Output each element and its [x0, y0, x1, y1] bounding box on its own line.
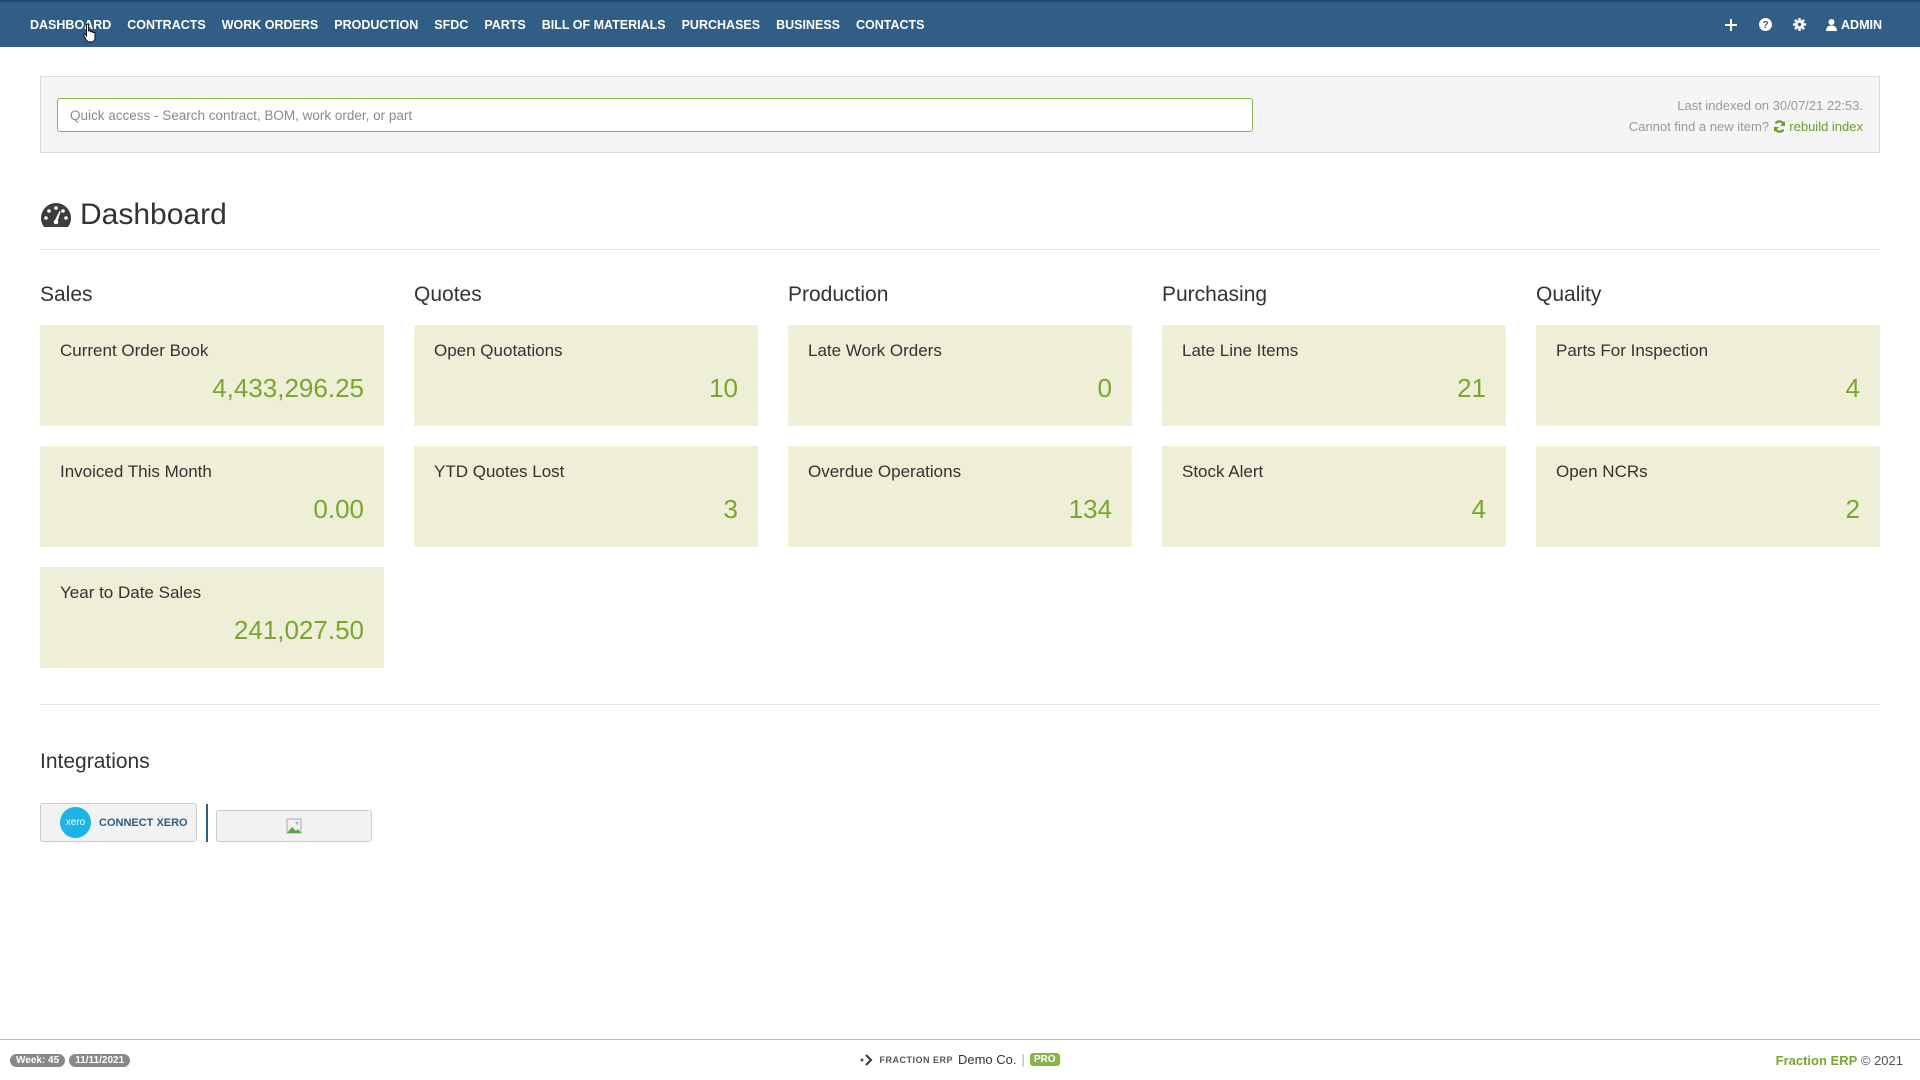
mouse-cursor-icon [83, 23, 96, 43]
cannot-find-text: Cannot find a new item? [1628, 119, 1770, 134]
nav-bill-of-materials[interactable]: BILL OF MATERIALS [542, 18, 666, 32]
footer-copyright: Fraction ERP © 2021 [1776, 1053, 1903, 1068]
tile-value: 241,027.50 [233, 615, 364, 645]
tile-ytd-quotes-lost[interactable]: YTD Quotes Lost 3 [414, 446, 758, 547]
section-quotes: Quotes Open Quotations 10 YTD Quotes Los… [414, 280, 758, 567]
tile-year-to-date-sales[interactable]: Year to Date Sales 241,027.50 [40, 567, 384, 668]
tile-value: 4 [1845, 373, 1860, 403]
user-menu[interactable]: ADMIN [1826, 18, 1882, 32]
page-header: Dashboard [40, 198, 227, 232]
tile-value: 2 [1845, 494, 1860, 524]
nav-purchases[interactable]: PURCHASES [682, 18, 761, 32]
footer-separator: | [1021, 1052, 1025, 1067]
plan-badge: PRO [1029, 1053, 1060, 1066]
section-title: Quotes [414, 283, 482, 306]
fraction-logo-icon [860, 1053, 873, 1066]
connect-xero-button[interactable]: xero CONNECT XERO [40, 803, 197, 842]
divider [40, 249, 1880, 250]
tile-label: Stock Alert [1182, 462, 1264, 481]
nav-right-menu: ? ADMIN [1724, 2, 1882, 47]
section-title: Sales [40, 283, 93, 306]
footer: Week: 45 11/11/2021 FRACTION ERP Demo Co… [0, 1039, 1920, 1080]
tile-open-ncrs[interactable]: Open NCRs 2 [1536, 446, 1880, 547]
tile-open-quotations[interactable]: Open Quotations 10 [414, 325, 758, 426]
last-indexed-text: Last indexed on 30/07/21 22:53. [1677, 98, 1863, 113]
integrations-title: Integrations [40, 750, 150, 773]
tile-label: YTD Quotes Lost [434, 462, 565, 481]
tile-late-work-orders[interactable]: Late Work Orders 0 [788, 325, 1132, 426]
tile-parts-for-inspection[interactable]: Parts For Inspection 4 [1536, 325, 1880, 426]
refresh-icon [1773, 120, 1785, 133]
tile-value: 3 [723, 494, 738, 524]
tile-label: Invoiced This Month [60, 462, 212, 481]
tile-label: Year to Date Sales [60, 583, 202, 602]
tile-value: 0.00 [313, 494, 364, 524]
tile-label: Late Work Orders [808, 341, 942, 360]
connect-xero-label: CONNECT XERO [99, 816, 188, 829]
tile-label: Late Line Items [1182, 341, 1299, 360]
nav-business[interactable]: BUSINESS [776, 18, 840, 32]
tile-overdue-operations[interactable]: Overdue Operations 134 [788, 446, 1132, 547]
broken-image-icon [286, 818, 302, 834]
nav-parts[interactable]: PARTS [484, 18, 525, 32]
tile-label: Parts For Inspection [1556, 341, 1709, 360]
section-sales: Sales Current Order Book 4,433,296.25 In… [40, 280, 384, 688]
divider [40, 704, 1880, 705]
nav-production[interactable]: PRODUCTION [334, 18, 418, 32]
nav-sfdc[interactable]: SFDC [434, 18, 468, 32]
quick-access-search-input[interactable] [57, 98, 1253, 132]
tile-label: Open NCRs [1556, 462, 1648, 481]
tile-invoiced-this-month[interactable]: Invoiced This Month 0.00 [40, 446, 384, 547]
user-label: ADMIN [1841, 17, 1882, 32]
main-menu: DASHBOARD CONTRACTS WORK ORDERS PRODUCTI… [30, 2, 941, 47]
xero-logo-icon: xero [60, 807, 91, 838]
nav-contracts[interactable]: CONTRACTS [127, 18, 205, 32]
section-title: Quality [1536, 283, 1602, 306]
page-title: Dashboard [80, 198, 227, 231]
quick-access-panel: Last indexed on 30/07/21 22:53. Cannot f… [40, 76, 1880, 153]
tile-value: 4,433,296.25 [212, 373, 364, 403]
tile-late-line-items[interactable]: Late Line Items 21 [1162, 325, 1506, 426]
tachometer-icon [41, 203, 71, 227]
nav-dashboard[interactable]: DASHBOARD [30, 18, 111, 32]
rebuild-index-label: rebuild index [1789, 119, 1863, 134]
gear-icon[interactable] [1792, 18, 1806, 32]
tile-value: 134 [1068, 494, 1112, 524]
tile-value: 10 [709, 373, 738, 403]
tile-stock-alert[interactable]: Stock Alert 4 [1162, 446, 1506, 547]
copyright-text: © 2021 [1860, 1053, 1903, 1068]
footer-company: FRACTION ERP Demo Co. | PRO [0, 1052, 1920, 1067]
top-navbar: DASHBOARD CONTRACTS WORK ORDERS PRODUCTI… [0, 0, 1920, 47]
tile-label: Current Order Book [60, 341, 209, 360]
tile-label: Overdue Operations [808, 462, 962, 481]
footer-product-link[interactable]: Fraction ERP [1776, 1053, 1858, 1068]
svg-text:?: ? [1762, 20, 1768, 31]
tile-value: 0 [1097, 373, 1112, 403]
section-title: Purchasing [1162, 283, 1268, 306]
nav-work-orders[interactable]: WORK ORDERS [222, 18, 319, 32]
footer-company-name: Demo Co. [957, 1052, 1017, 1067]
rebuild-index-link[interactable]: rebuild index [1773, 119, 1863, 134]
integration-separator [206, 804, 208, 842]
question-circle-icon[interactable]: ? [1758, 18, 1772, 32]
index-info: Last indexed on 30/07/21 22:53. Cannot f… [1629, 95, 1863, 137]
section-production: Production Late Work Orders 0 Overdue Op… [788, 280, 1132, 567]
integration-image-button[interactable] [216, 810, 372, 842]
tile-value: 4 [1471, 494, 1486, 524]
section-purchasing: Purchasing Late Line Items 21 Stock Aler… [1162, 280, 1506, 567]
tile-value: 21 [1457, 373, 1486, 403]
section-title: Production [788, 283, 889, 306]
nav-contacts[interactable]: CONTACTS [856, 18, 925, 32]
tile-current-order-book[interactable]: Current Order Book 4,433,296.25 [40, 325, 384, 426]
user-icon [1826, 18, 1838, 31]
footer-brand: FRACTION ERP [879, 1054, 953, 1065]
tile-label: Open Quotations [434, 341, 563, 360]
section-quality: Quality Parts For Inspection 4 Open NCRs… [1536, 280, 1880, 567]
plus-icon[interactable] [1724, 18, 1738, 32]
